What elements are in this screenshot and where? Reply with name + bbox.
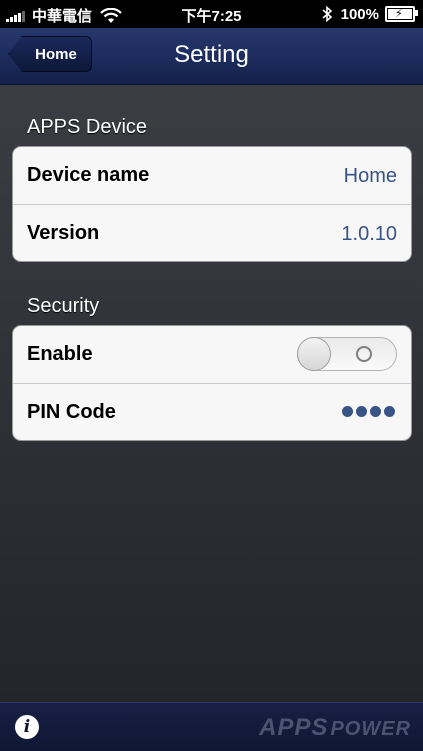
bluetooth-icon xyxy=(322,5,332,23)
navigation-bar: Home Setting xyxy=(0,28,423,85)
version-value: 1.0.10 xyxy=(341,223,397,245)
brand-logo: APPS POWER xyxy=(259,714,411,742)
pin-dot-icon xyxy=(384,406,395,417)
settings-content: APPS Device Device name Home Version 1.0… xyxy=(0,85,423,702)
toggle-knob xyxy=(297,337,331,371)
pin-dot-icon xyxy=(370,406,381,417)
enable-label: Enable xyxy=(27,343,93,365)
bottom-bar: i APPS POWER xyxy=(0,702,423,751)
brand-secondary: POWER xyxy=(330,718,411,740)
info-icon[interactable]: i xyxy=(15,715,39,739)
device-name-value: Home xyxy=(343,165,397,187)
enable-toggle[interactable] xyxy=(297,337,397,371)
enable-row: Enable xyxy=(13,326,411,383)
battery-percent: 100% xyxy=(340,5,379,23)
version-label: Version xyxy=(27,222,100,244)
section-title-apps-device: APPS Device xyxy=(27,116,148,138)
page-title: Setting xyxy=(174,41,249,68)
status-right: 100% ⚡ xyxy=(321,5,418,23)
device-name-row[interactable]: Device name Home xyxy=(13,147,411,204)
pin-dot-icon xyxy=(356,406,367,417)
section-title-security: Security xyxy=(27,295,100,317)
device-name-label: Device name xyxy=(27,164,150,186)
pin-dot-icon xyxy=(342,406,353,417)
pin-code-masked-value xyxy=(339,406,395,417)
battery-icon: ⚡ xyxy=(385,6,418,22)
security-group: Enable PIN Code xyxy=(12,325,412,441)
version-row: Version 1.0.10 xyxy=(13,204,411,261)
toggle-off-icon xyxy=(356,346,372,362)
pin-code-row[interactable]: PIN Code xyxy=(13,383,411,440)
brand-primary: APPS xyxy=(259,714,329,741)
pin-code-label: PIN Code xyxy=(27,401,116,423)
status-bar: 中華電信 下午7:25 100% ⚡ xyxy=(0,0,423,28)
apps-device-group: Device name Home Version 1.0.10 xyxy=(12,146,412,262)
